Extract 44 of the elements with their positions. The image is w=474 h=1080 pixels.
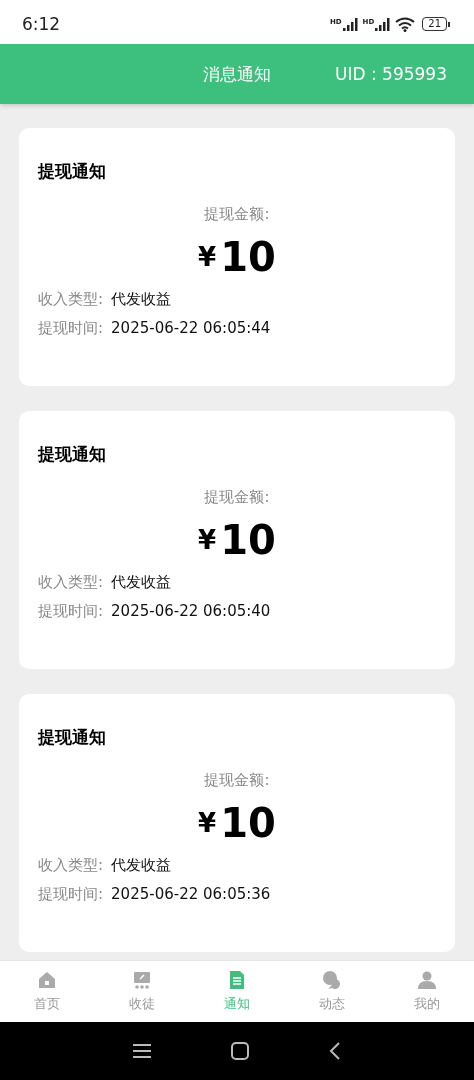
- field-value: 2025-06-22 06:05:40: [111, 602, 271, 621]
- chat-bubbles-icon: [321, 970, 342, 990]
- amount-label: 提现金额:: [204, 771, 270, 790]
- field-label: 提现时间:: [38, 602, 104, 621]
- battery-level: 21: [422, 17, 447, 31]
- field-value: 2025-06-22 06:05:36: [111, 885, 271, 904]
- tab-item[interactable]: 收徒: [94, 961, 190, 1022]
- tab-item[interactable]: 我的: [379, 961, 474, 1022]
- currency-symbol: ¥: [198, 525, 217, 555]
- field-label: 提现时间:: [38, 319, 104, 338]
- field-label: 收入类型:: [38, 856, 104, 875]
- field-label: 收入类型:: [38, 290, 104, 309]
- back-icon[interactable]: [329, 1042, 341, 1060]
- wifi-icon: [395, 16, 416, 32]
- status-time: 6:12: [22, 14, 61, 34]
- field-label: 收入类型:: [38, 573, 104, 592]
- house-icon: [37, 970, 58, 990]
- currency-symbol: ¥: [198, 808, 217, 838]
- amount-value: 10: [220, 234, 276, 280]
- field-value: 2025-06-22 06:05:44: [111, 319, 271, 338]
- amount-label: 提现金额:: [204, 488, 270, 507]
- page-title: 消息通知: [203, 62, 271, 86]
- field-value: 代发收益: [111, 290, 172, 309]
- menu-icon[interactable]: [133, 1043, 151, 1059]
- currency-symbol: ¥: [198, 242, 217, 272]
- field-label: 提现时间:: [38, 885, 104, 904]
- field-value: 代发收益: [111, 573, 172, 592]
- signal-icon: [342, 17, 359, 31]
- amount-label: 提现金额:: [204, 205, 270, 224]
- picture-grid-icon: [132, 970, 153, 990]
- user-id: UID : 595993: [335, 64, 447, 84]
- signal-icon: [375, 17, 392, 31]
- person-icon: [416, 970, 437, 990]
- document-icon: [227, 970, 247, 990]
- tab-item[interactable]: 首页: [0, 961, 95, 1022]
- notification-title: 提现通知: [38, 160, 106, 183]
- amount-value: 10: [220, 517, 276, 563]
- notification-title: 提现通知: [38, 443, 106, 466]
- tab-item[interactable]: 通知: [189, 961, 285, 1022]
- amount-value: 10: [220, 800, 276, 846]
- notification-title: 提现通知: [38, 726, 106, 749]
- field-value: 代发收益: [111, 856, 172, 875]
- home-button-icon[interactable]: [231, 1042, 249, 1060]
- tab-item[interactable]: 动态: [284, 961, 380, 1022]
